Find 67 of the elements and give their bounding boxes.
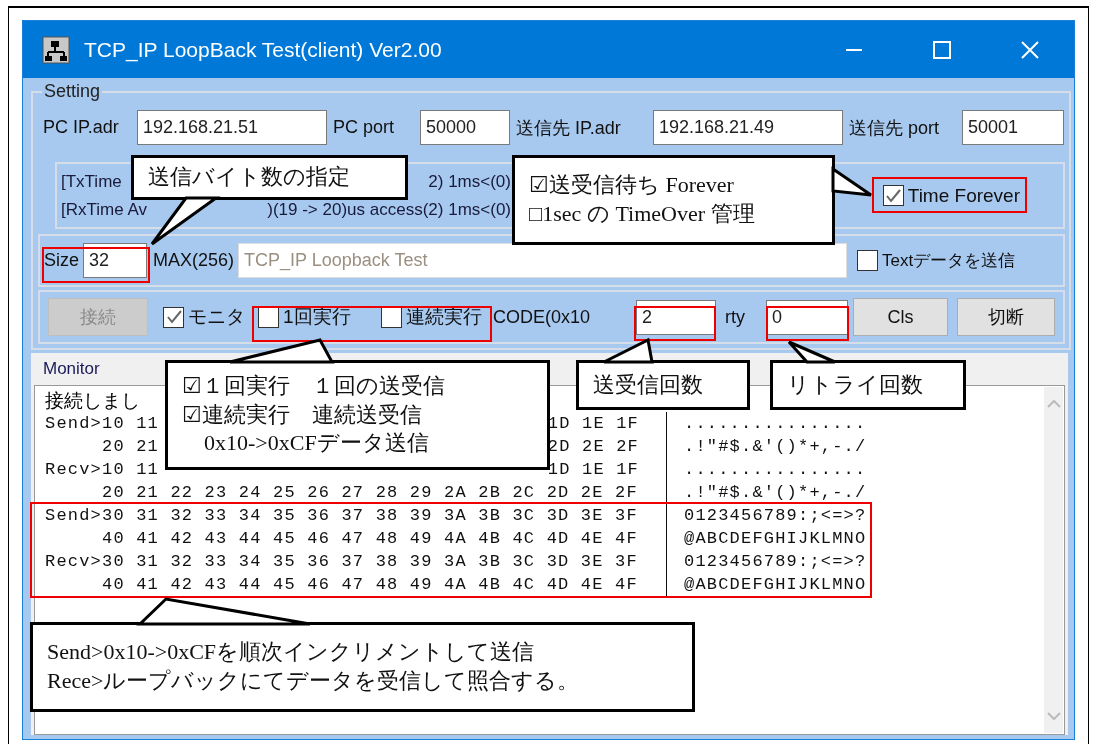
maximize-icon[interactable] xyxy=(932,39,952,60)
size-field[interactable]: 32 xyxy=(83,243,147,278)
group-label: Setting xyxy=(43,81,102,102)
hex-dump: Send>30 31 32 33 34 35 36 37 38 39 3A 3B 3C 3D 3E 3F xyxy=(45,506,638,525)
callout-text: 送受信回数 xyxy=(593,370,704,399)
field-label: Size xyxy=(44,250,79,271)
max-label: MAX(256) xyxy=(153,250,235,271)
ascii-dump: 0123456789:;<=>? xyxy=(684,506,867,525)
hex-dump: 2D 2E 2F xyxy=(547,437,639,456)
callout-text: Send>0x10->0xCFを順次インクリメントして送信 xyxy=(47,638,536,667)
callout-text: □1sec の TimeOver 管理 xyxy=(529,200,756,228)
option-checkbox[interactable]: モニタ xyxy=(163,304,245,330)
command-button[interactable]: 切断 xyxy=(957,298,1055,336)
callout-text: ☑１回実行 １回の送受信 xyxy=(182,372,446,401)
monitor-message: 接続しまし xyxy=(45,388,140,413)
input-field[interactable]: 192.168.21.51 xyxy=(137,110,327,145)
input-field[interactable]: 50001 xyxy=(962,110,1064,145)
hex-dump: Send>10 11 xyxy=(45,414,159,433)
hex-dump: Recv>10 11 xyxy=(45,460,159,479)
hex-dump: 40 41 42 43 44 45 46 47 48 49 4A 4B 4C 4D 4E 4F xyxy=(101,575,638,594)
ascii-dump: ................ xyxy=(684,414,867,433)
field-label: 送信先 port xyxy=(849,116,940,140)
ascii-dump: 0123456789:;<=>? xyxy=(684,552,867,571)
hex-dump: 40 41 42 43 44 45 46 47 48 49 4A 4B 4C 4D 4E 4F xyxy=(101,529,638,548)
ascii-dump: .!"#$.&'()*+,-./ xyxy=(684,437,867,456)
field-label: CODE(0x10 xyxy=(493,306,591,328)
option-checkbox[interactable]: 連続実行 xyxy=(381,304,482,330)
hex-dump: Recv>30 31 32 33 34 35 36 37 38 39 3A 3B 3C 3D 3E 3F xyxy=(45,552,638,571)
text-send-checkbox[interactable]: Textデータを送信 xyxy=(857,249,1016,272)
status-text: 2) 1ms<(0) xyxy=(428,171,511,192)
hex-dump: 1D 1E 1F xyxy=(547,414,639,433)
window-title: TCP_IP LoopBack Test(client) Ver2.00 xyxy=(84,37,443,62)
option-checkbox[interactable]: 1回実行 xyxy=(258,304,351,330)
input-field[interactable]: 50000 xyxy=(420,110,510,145)
ascii-dump: @ABCDEFGHIJKLMNO xyxy=(684,529,867,548)
input-field[interactable]: 0 xyxy=(766,299,848,335)
status-text: )(19 -> 20)us access(2) 1ms<(0) xyxy=(267,199,511,220)
checkbox-square[interactable] xyxy=(857,250,879,271)
callout-text: ☑連続実行 連続送受信 xyxy=(182,400,423,429)
field-label: PC port xyxy=(333,117,395,138)
close-icon[interactable] xyxy=(1020,39,1040,60)
ascii-dump: @ABCDEFGHIJKLMNO xyxy=(684,575,867,594)
ascii-dump: ................ xyxy=(684,460,867,479)
field-label: 送信先 IP.adr xyxy=(516,116,621,140)
status-text: [TxTime xyxy=(61,171,122,192)
hex-dump: 20 21 xyxy=(101,437,159,456)
checkbox-square[interactable] xyxy=(882,185,904,206)
hex-dump: 20 21 22 23 24 25 26 27 28 29 2A 2B 2C 2D 2E 2F xyxy=(101,483,638,502)
field-label: PC IP.adr xyxy=(43,117,119,138)
callout-text: 0x10->0xCFデータ送信 xyxy=(203,429,430,458)
callout-text: リトライ回数 xyxy=(787,370,924,399)
field-label: rty xyxy=(725,306,745,328)
callout-text: 送信バイト数の指定 xyxy=(148,163,351,192)
checkbox-square[interactable] xyxy=(381,306,402,328)
input-field[interactable]: 2 xyxy=(636,299,716,335)
ascii-dump: .!"#$.&'()*+,-./ xyxy=(684,483,867,502)
network-icon xyxy=(42,35,70,64)
group-label: Monitor xyxy=(43,359,101,379)
checkbox-square[interactable] xyxy=(163,306,184,328)
time-forever-checkbox[interactable]: Time Forever xyxy=(882,184,1020,207)
command-button[interactable]: Cls xyxy=(853,298,948,336)
hex-dump: 1D 1E 1F xyxy=(547,460,639,479)
checkbox-square[interactable] xyxy=(258,306,279,328)
callout-text: ☑送受信待ち Forever xyxy=(529,171,735,200)
status-text: [RxTime Av xyxy=(61,199,147,220)
input-field[interactable]: 192.168.21.49 xyxy=(653,110,843,145)
callout-text: Rece>ループバックにてデータを受信して照合する。 xyxy=(47,667,581,695)
